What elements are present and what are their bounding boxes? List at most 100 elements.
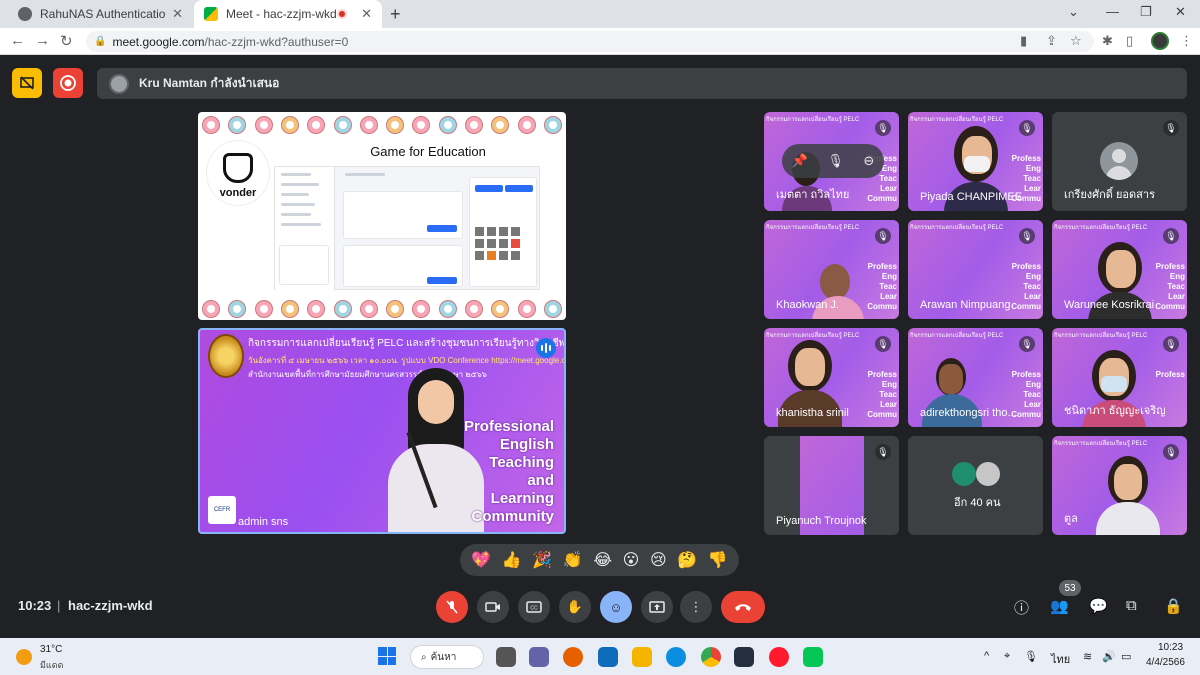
no-display-icon [20, 76, 34, 90]
language-indicator[interactable]: ไทย [1051, 650, 1070, 668]
chat-icon[interactable]: 💬 [1089, 597, 1108, 615]
participant-tile[interactable]: 🎙 Piyanuch Troujnok [764, 436, 899, 535]
address-bar[interactable]: 🔒 meet.google.com/hac-zzjm-wkd?authuser=… [86, 31, 1094, 52]
reaction-sad[interactable]: 😢 [650, 550, 667, 570]
tab-search-icon[interactable]: ⌄ [1068, 4, 1079, 20]
chrome-icon[interactable] [701, 647, 721, 667]
side-panel-icon[interactable]: ▯ [1126, 33, 1133, 49]
participant-name: Warunee Kosrikrai [1064, 299, 1155, 311]
taskbar-time[interactable]: 10:23 [1158, 642, 1183, 653]
mute-participant-icon[interactable]: 🎙 [827, 153, 844, 169]
line-app-icon[interactable] [803, 647, 823, 667]
profile-avatar[interactable] [1151, 32, 1169, 50]
browser-tab-strip: RahuNAS Authentication ✕ Meet - hac-zzjm… [0, 0, 1200, 28]
separator: | [57, 598, 61, 613]
participant-tile[interactable]: กิจกรรมการแลกเปลี่ยนเรียนรู้ PELC Profes… [908, 220, 1043, 319]
amazon-icon[interactable] [734, 647, 754, 667]
participant-name: ตูล [1064, 513, 1078, 525]
leave-call-button[interactable] [721, 591, 765, 623]
cefr-logo: CEFR [208, 496, 236, 524]
close-icon[interactable]: ✕ [361, 6, 372, 22]
menu-kebab-icon[interactable]: ⋮ [1180, 33, 1193, 49]
logo-text: vonder [219, 187, 257, 199]
reaction-thumbs-up[interactable]: 👍 [502, 550, 522, 570]
bookmark-star-icon[interactable]: ☆ [1070, 33, 1082, 49]
tab-meet[interactable]: Meet - hac-zzjm-wkd ✕ [194, 0, 382, 28]
participant-tile[interactable]: กิจกรรมการแลกเปลี่ยนเรียนรู้ PELC Profes… [1052, 328, 1187, 427]
captions-button[interactable]: CC [518, 591, 550, 623]
camera-toggle-button[interactable] [477, 591, 509, 623]
more-participants-label: อีก 40 คน [954, 497, 1001, 509]
battery-icon[interactable]: ▭ [1121, 650, 1131, 663]
file-explorer-icon[interactable] [632, 647, 652, 667]
taskbar-search[interactable]: ⌕ ค้นหา [410, 645, 484, 669]
mic-off-icon: 🎙 [875, 336, 891, 352]
raise-hand-button[interactable]: ✋ [559, 591, 591, 623]
presenter-text: Kru Namtan กำลังนำเสนอ [139, 76, 280, 90]
weather-sun-icon[interactable] [16, 649, 32, 665]
pin-icon[interactable]: 📌 [792, 153, 808, 169]
restore-icon[interactable]: ❐ [1140, 4, 1152, 20]
mail-icon[interactable] [598, 647, 618, 667]
new-tab-icon[interactable]: + [390, 4, 401, 25]
tab-label: RahuNAS Authentication [40, 7, 167, 21]
tab-label: Meet - hac-zzjm-wkd [226, 7, 337, 21]
reaction-thinking[interactable]: 🤔 [677, 550, 697, 570]
mic-toggle-button[interactable] [436, 591, 468, 623]
host-controls-icon[interactable]: 🔒 [1164, 597, 1183, 615]
window-close-icon[interactable]: ✕ [1175, 4, 1186, 20]
present-screen-button[interactable] [641, 591, 673, 623]
participant-name: admin sns [238, 516, 289, 528]
back-icon[interactable]: ← [10, 32, 25, 49]
url-path: /hac-zzjm-wkd?authuser=0 [204, 34, 349, 49]
reactions-button[interactable]: ☺ [600, 591, 632, 623]
teams-chat-icon[interactable] [529, 647, 549, 667]
tab-rahunas[interactable]: RahuNAS Authentication ✕ [8, 0, 193, 28]
reaction-clap[interactable]: 👏 [563, 550, 583, 570]
more-participants-tile[interactable]: อีก 40 คน [908, 436, 1043, 535]
reaction-surprised[interactable]: 😮 [623, 550, 640, 570]
camera-icon[interactable]: ▮ [1020, 33, 1027, 49]
reaction-thumbs-down[interactable]: 👎 [708, 550, 728, 570]
participant-tile[interactable]: 🎙 เกรียงศักดิ์ ยอดสาร [1052, 112, 1187, 211]
reaction-heart[interactable]: 💖 [471, 550, 491, 570]
participant-tile[interactable]: กิจกรรมการแลกเปลี่ยนเรียนรู้ PELC Profes… [764, 328, 899, 427]
share-icon[interactable]: ⇪ [1046, 33, 1057, 49]
task-view-icon[interactable] [496, 647, 516, 667]
participant-tile[interactable]: กิจกรรมการแลกเปลี่ยนเรียนรู้ PELC Profes… [908, 112, 1043, 211]
extensions-icon[interactable]: ✱ [1102, 33, 1113, 49]
participant-tile[interactable]: กิจกรรมการแลกเปลี่ยนเรียนรู้ PELC 🎙 ตูล [1052, 436, 1187, 535]
taskbar-date[interactable]: 4/4/2566 [1146, 657, 1185, 668]
participant-tile[interactable]: กิจกรรมการแลกเปลี่ยนเรียนรู้ PELC Profes… [908, 328, 1043, 427]
volume-icon[interactable]: 🔊 [1102, 650, 1116, 663]
closed-captions-icon: CC [526, 601, 542, 613]
more-options-button[interactable]: ⋮ [680, 591, 712, 623]
recording-button[interactable] [53, 68, 83, 98]
presenter-video-tile[interactable]: กิจกรรมการแลกเปลี่ยนเรียนรู้ PELC และสร้… [198, 328, 566, 534]
location-icon[interactable]: ⌖ [1004, 650, 1010, 663]
minimize-icon[interactable]: — [1106, 4, 1119, 19]
activities-icon[interactable]: ⧉ [1126, 597, 1137, 614]
close-icon[interactable]: ✕ [172, 6, 183, 22]
remove-icon[interactable]: ⊖ [863, 153, 874, 169]
participant-tile[interactable]: กิจกรรมการแลกเปลี่ยนเรียนรู้ PELC Profes… [1052, 220, 1187, 319]
microphone-icon[interactable]: 🎙 [1024, 650, 1038, 663]
captions-off-button[interactable] [12, 68, 42, 98]
info-icon[interactable]: ⓘ [1014, 597, 1029, 618]
people-icon[interactable]: 👥 [1050, 597, 1069, 615]
opera-icon[interactable] [769, 647, 789, 667]
participant-tile[interactable]: กิจกรรมการแลกเปลี่ยนเรียนรู้ PELC Profes… [764, 220, 899, 319]
reaction-laugh[interactable]: 😂 [593, 550, 612, 570]
browser-toolbar: ← → ↻ 🔒 meet.google.com/hac-zzjm-wkd?aut… [0, 28, 1200, 55]
presentation-slide-top[interactable]: vonder Game for Education [198, 112, 566, 320]
participant-name: adirekthongsri tho... [920, 407, 1017, 419]
firefox-icon[interactable] [563, 647, 583, 667]
wifi-icon[interactable]: ≋ [1083, 650, 1092, 663]
reload-icon[interactable]: ↻ [60, 32, 73, 50]
search-label: ค้นหา [430, 651, 457, 663]
start-windows-icon[interactable] [378, 647, 396, 665]
chevron-up-icon[interactable]: ^ [984, 650, 989, 662]
reaction-party[interactable]: 🎉 [532, 550, 552, 570]
edge-icon[interactable] [666, 647, 686, 667]
forward-icon[interactable]: → [35, 32, 50, 49]
